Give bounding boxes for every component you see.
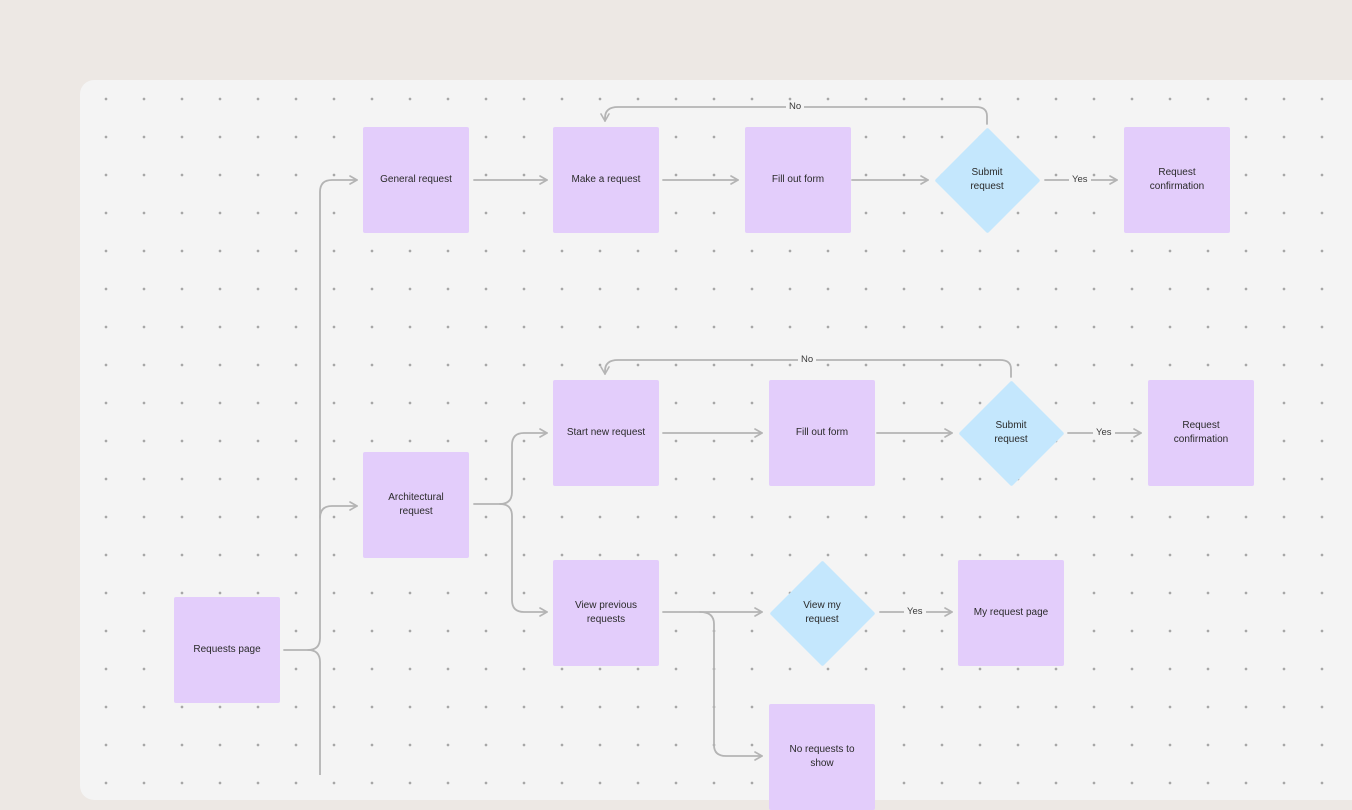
node-request-confirmation-1[interactable]: Request confirmation [1124, 127, 1230, 233]
node-label: No requests to show [789, 744, 855, 769]
node-label: Requests page [193, 644, 261, 655]
node-label: Fill out form [795, 427, 849, 438]
decision-label: Submit request [994, 420, 1028, 445]
decision-submit-request-1[interactable]: Submit request [933, 126, 1041, 234]
node-general-request[interactable]: General request [363, 127, 469, 233]
node-label: General request [380, 174, 452, 185]
node-label: Request confirmation [1173, 420, 1229, 445]
node-label: Make a request [571, 174, 641, 185]
node-architectural-request[interactable]: Architectural request [363, 452, 469, 558]
node-start-new-request[interactable]: Start new request [553, 380, 659, 486]
edge-label-yes-3: Yes [904, 606, 926, 618]
decision-submit-request-2[interactable]: Submit request [957, 379, 1065, 487]
node-request-confirmation-2[interactable]: Request confirmation [1148, 380, 1254, 486]
node-fill-out-form-1[interactable]: Fill out form [745, 127, 851, 233]
node-label: Request confirmation [1149, 167, 1205, 192]
decision-label: Submit request [970, 167, 1004, 192]
node-my-request-page[interactable]: My request page [958, 560, 1064, 666]
node-label: My request page [973, 607, 1049, 618]
node-requests-page[interactable]: Requests page [174, 597, 280, 703]
edge-label-no-2: No [798, 354, 817, 366]
node-label: Start new request [566, 427, 646, 438]
decision-view-my-request[interactable]: View my request [768, 559, 876, 667]
node-fill-out-form-2[interactable]: Fill out form [769, 380, 875, 486]
node-label: Fill out form [771, 174, 825, 185]
node-view-previous-requests[interactable]: View previous requests [553, 560, 659, 666]
edge-label-no-1: No [786, 101, 805, 113]
node-no-requests-to-show[interactable]: No requests to show [769, 704, 875, 810]
node-label: Architectural request [388, 492, 444, 517]
edge-label-yes-2: Yes [1093, 427, 1115, 439]
decision-label: View my request [803, 600, 841, 625]
node-label: View previous requests [574, 600, 638, 625]
node-make-a-request[interactable]: Make a request [553, 127, 659, 233]
edge-label-yes-1: Yes [1069, 174, 1091, 186]
